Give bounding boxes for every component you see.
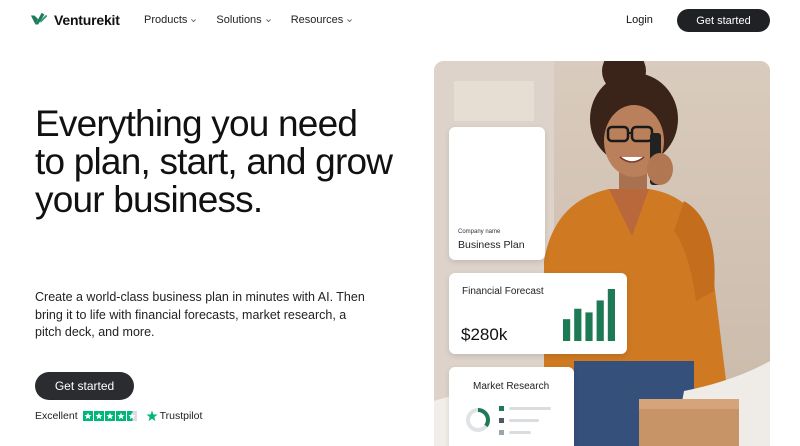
chevron-down-icon bbox=[347, 18, 353, 22]
menu-solutions-label: Solutions bbox=[216, 14, 262, 26]
rating-label: Excellent bbox=[35, 410, 78, 422]
business-plan-title: Business Plan bbox=[458, 239, 525, 251]
brand-logo[interactable]: Venturekit bbox=[30, 11, 120, 29]
forecast-title: Financial Forecast bbox=[462, 286, 544, 297]
nav-get-started-button[interactable]: Get started bbox=[677, 9, 770, 32]
hero-get-started-button[interactable]: Get started bbox=[35, 372, 134, 400]
rating-stars bbox=[82, 411, 137, 421]
menu-resources-label: Resources bbox=[290, 14, 344, 26]
trustpilot-name: Trustpilot bbox=[159, 410, 203, 422]
menu-products-label: Products bbox=[144, 14, 188, 26]
forecast-bar-chart bbox=[563, 289, 615, 341]
business-plan-card: Company name Business Plan bbox=[449, 127, 545, 260]
main-menu: Products Solutions Resources bbox=[144, 14, 353, 26]
half-star-icon bbox=[126, 411, 137, 421]
research-title: Market Research bbox=[473, 381, 550, 392]
forecast-bar bbox=[574, 308, 582, 341]
trustpilot-star-icon bbox=[146, 410, 158, 422]
financial-forecast-card: Financial Forecast $280k bbox=[449, 273, 627, 354]
star-icon bbox=[82, 411, 93, 421]
research-legend-lines bbox=[499, 406, 551, 435]
star-icon bbox=[104, 411, 115, 421]
menu-resources[interactable]: Resources bbox=[291, 14, 354, 26]
chevron-down-icon bbox=[191, 18, 197, 22]
forecast-bar bbox=[607, 289, 615, 341]
forecast-value: $280k bbox=[461, 325, 508, 344]
forecast-bar bbox=[585, 312, 593, 341]
menu-solutions[interactable]: Solutions bbox=[216, 14, 271, 26]
forecast-bar bbox=[596, 300, 604, 341]
star-icon bbox=[93, 411, 104, 421]
venturekit-logo-icon bbox=[30, 12, 48, 25]
brand-name: Venturekit bbox=[54, 12, 120, 28]
trustpilot-rating[interactable]: Excellent Trustpilot bbox=[35, 410, 202, 422]
top-nav: Venturekit Products Solutions Resources … bbox=[0, 0, 800, 42]
chevron-down-icon bbox=[265, 18, 271, 22]
research-donut-chart bbox=[466, 408, 490, 432]
forecast-bar bbox=[563, 319, 571, 341]
menu-products[interactable]: Products bbox=[144, 14, 197, 26]
hero-headline: Everything you need to plan, start, and … bbox=[35, 103, 393, 220]
hero-subtext: Create a world-class business plan in mi… bbox=[35, 290, 365, 339]
login-link[interactable]: Login bbox=[626, 14, 653, 26]
star-icon bbox=[115, 411, 126, 421]
company-name-label: Company name bbox=[458, 229, 501, 235]
trustpilot-logo: Trustpilot bbox=[146, 410, 203, 422]
market-research-card: Market Research bbox=[449, 367, 574, 446]
